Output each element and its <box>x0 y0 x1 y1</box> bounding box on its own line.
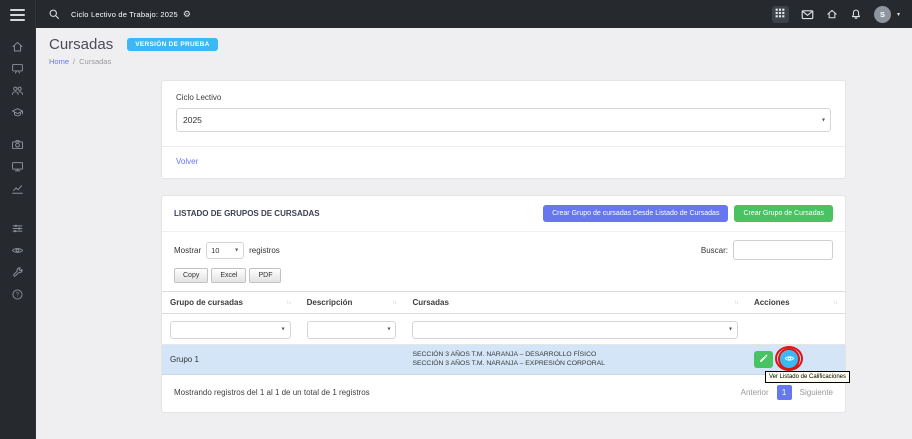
camera-icon <box>11 138 24 156</box>
sort-icon[interactable]: ↑↓ <box>392 299 397 306</box>
export-buttons: Copy Excel PDF <box>162 264 845 291</box>
create-group-button[interactable]: Crear Grupo de Cursadas <box>734 205 833 222</box>
ciclo-lectivo-card: Ciclo Lectivo 2025 ▾ Volver <box>161 80 846 179</box>
pagination: Anterior 1 Siguiente <box>741 385 833 401</box>
topbar: Ciclo Lectivo de Trabajo: 2025 ⚙ S ▾ <box>36 0 912 28</box>
presentation-board-icon <box>11 62 24 80</box>
edit-button[interactable] <box>753 350 773 368</box>
column-header-descripcion[interactable]: Descripción ↑↓ <box>298 291 405 314</box>
help-icon: ? <box>11 288 24 306</box>
length-control: Mostrar 10 ▾ registros <box>174 241 280 259</box>
cursadas-cell: SECCIÓN 3 AÑOS T.M. NARANJA – DESARROLLO… <box>404 344 746 376</box>
page-title: Cursadas <box>49 36 114 53</box>
sliders-icon <box>11 222 24 240</box>
pagination-previous[interactable]: Anterior <box>741 388 769 397</box>
sort-icon[interactable]: ↑↓ <box>286 299 291 306</box>
apps-grid-icon <box>775 5 785 23</box>
breadcrumb-separator: / <box>73 57 76 66</box>
grupos-card-title: LISTADO DE GRUPOS DE CURSADAS <box>174 209 320 218</box>
sidebar-item-academics[interactable] <box>0 104 35 126</box>
monitor-icon <box>11 160 24 178</box>
sidebar-item-board[interactable] <box>0 60 35 82</box>
sidebar-item-view[interactable] <box>0 242 35 264</box>
home-icon <box>11 40 24 58</box>
filter-acciones-empty <box>745 313 845 345</box>
create-from-list-button[interactable]: Crear Grupo de cursadas Desde Listado de… <box>543 205 729 222</box>
view-calificaciones-button[interactable] <box>779 349 799 369</box>
sidebar-item-reports[interactable] <box>0 180 35 202</box>
sidebar-item-users[interactable] <box>0 82 35 104</box>
sidebar-item-tools[interactable] <box>0 264 35 286</box>
chevron-down-icon[interactable]: ▾ <box>897 11 900 18</box>
length-prefix-label: Mostrar <box>174 245 202 255</box>
content-area: Cursadas VERSIÓN DE PRUEBA Home / Cursadas… <box>36 28 912 439</box>
sort-icon[interactable]: ↑↓ <box>833 299 838 306</box>
eye-icon <box>11 244 24 262</box>
pdf-button[interactable]: PDF <box>249 268 282 283</box>
grupos-table: Grupo de cursadas ↑↓ Descripción ↑↓ Cursad… <box>162 291 850 383</box>
sort-icon[interactable]: ↑↓ <box>733 299 738 306</box>
pencil-icon <box>758 352 768 367</box>
pagination-next[interactable]: Siguiente <box>800 388 833 397</box>
search-control: Buscar: <box>701 240 833 260</box>
graduation-cap-icon <box>11 106 24 124</box>
filter-row: ▾ ▾ ▾ <box>162 313 845 345</box>
filter-grupo-select[interactable] <box>170 320 291 339</box>
work-cycle-title: Ciclo Lectivo de Trabajo: 2025 <box>71 9 178 19</box>
sidebar-item-media[interactable] <box>0 136 35 158</box>
copy-button[interactable]: Copy <box>174 268 209 283</box>
pagination-page-1[interactable]: 1 <box>776 385 792 401</box>
table-row[interactable]: Grupo 1 SECCIÓN 3 AÑOS T.M. NARANJA – DE… <box>162 344 850 383</box>
menu-icon[interactable] <box>10 9 25 24</box>
acciones-cell: Ver Listado de Calificaciones <box>745 344 850 383</box>
filter-descripcion-select[interactable] <box>306 320 397 339</box>
descripcion-cell <box>298 344 405 376</box>
gear-icon[interactable]: ⚙ <box>183 9 191 20</box>
search-icon[interactable] <box>48 8 60 20</box>
sidebar-item-monitor[interactable] <box>0 158 35 180</box>
tools-icon <box>11 266 24 284</box>
search-label: Buscar: <box>700 245 728 255</box>
column-header-cursadas[interactable]: Cursadas ↑↓ <box>404 291 746 314</box>
sidebar-item-settings[interactable] <box>0 220 35 242</box>
column-header-acciones[interactable]: Acciones ↑↓ <box>745 291 845 314</box>
sidebar: ? <box>0 0 36 439</box>
volver-link[interactable]: Volver <box>162 147 845 178</box>
avatar[interactable]: S <box>873 5 891 23</box>
search-input[interactable] <box>733 240 833 260</box>
excel-button[interactable]: Excel <box>211 268 247 283</box>
records-info: Mostrando registros del 1 al 1 de un tot… <box>174 388 370 398</box>
svg-text:?: ? <box>16 292 20 299</box>
column-header-grupo[interactable]: Grupo de cursadas ↑↓ <box>162 291 299 314</box>
cursada-line: SECCIÓN 3 AÑOS T.M. NARANJA – DESARROLLO… <box>412 350 597 358</box>
mail-icon[interactable] <box>801 8 814 21</box>
breadcrumb-home-link[interactable]: Home <box>49 57 69 66</box>
filter-cursadas-select[interactable] <box>412 320 738 339</box>
breadcrumb-current: Cursadas <box>79 57 112 66</box>
cursada-line: SECCIÓN 3 AÑOS T.M. NARANJA – EXPRESIÓN … <box>412 360 605 368</box>
sidebar-item-help[interactable]: ? <box>0 286 35 308</box>
bell-icon[interactable] <box>850 8 862 20</box>
apps-grid-button[interactable] <box>771 5 789 23</box>
grupo-cell: Grupo 1 <box>162 344 299 376</box>
page-length-select[interactable]: 10 <box>206 241 245 259</box>
home-icon[interactable] <box>826 8 838 20</box>
grupos-card: LISTADO DE GRUPOS DE CURSADAS Crear Grup… <box>161 195 850 414</box>
sidebar-item-home[interactable] <box>0 38 35 60</box>
ciclo-lectivo-label: Ciclo Lectivo <box>176 93 222 102</box>
eye-icon <box>784 352 795 367</box>
users-icon <box>11 84 24 102</box>
length-suffix-label: registros <box>249 245 280 255</box>
tooltip: Ver Listado de Calificaciones <box>764 370 850 383</box>
app-window: ? Ciclo Lectivo de Trabajo: 2025 ⚙ S ▾ C… <box>0 0 912 439</box>
ciclo-lectivo-select[interactable]: 2025 <box>176 108 831 132</box>
breadcrumb: Home / Cursadas <box>49 57 912 66</box>
sidebar-nav: ? <box>0 38 35 308</box>
version-badge: VERSIÓN DE PRUEBA <box>127 38 218 51</box>
chart-icon <box>11 182 24 200</box>
